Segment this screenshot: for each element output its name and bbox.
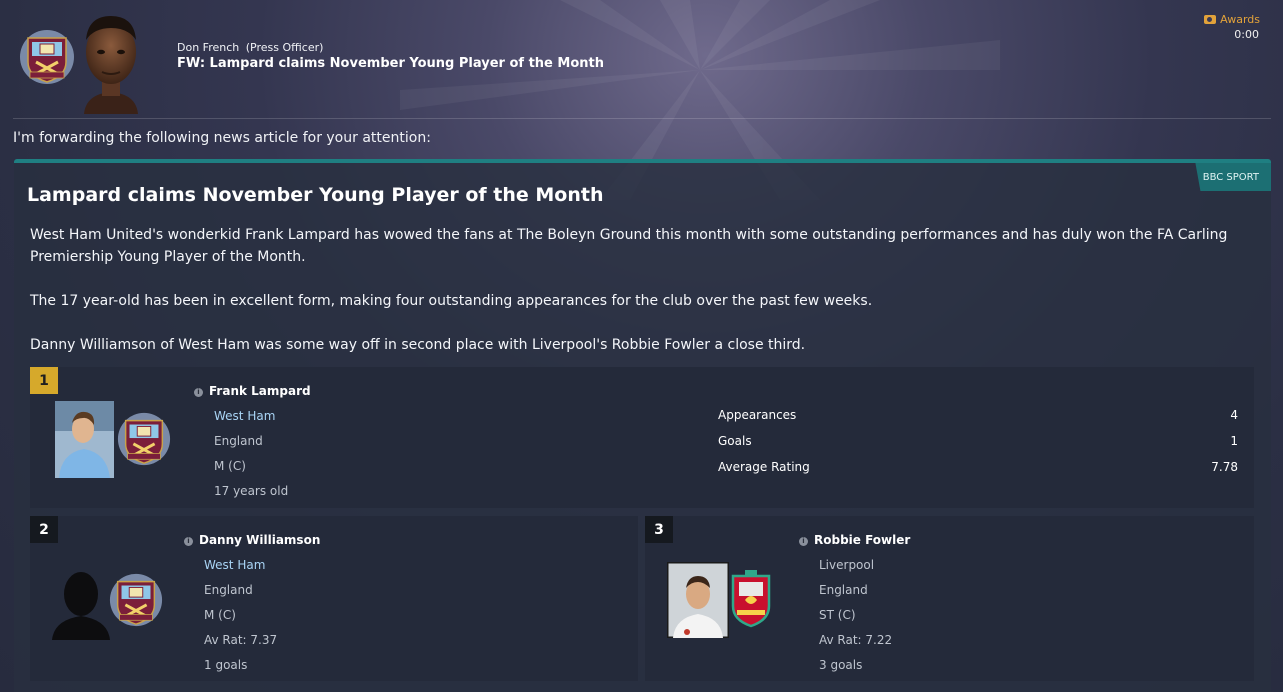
player-nation: England (214, 434, 263, 448)
rank-badge: 3 (645, 516, 673, 543)
awards-icon (1204, 15, 1217, 24)
player-nation: England (204, 583, 253, 597)
info-icon[interactable]: i (799, 537, 808, 546)
news-article: BBC SPORT Lampard claims November Young … (14, 159, 1271, 692)
player-position: ST (C) (819, 608, 856, 622)
awards-tag[interactable]: Awards (1204, 13, 1260, 26)
article-title: Lampard claims November Young Player of … (27, 184, 604, 206)
player-club-link[interactable]: West Ham (214, 409, 275, 423)
stat-value-appearances: 4 (1230, 408, 1238, 422)
info-icon[interactable]: i (194, 388, 203, 397)
player-club-link[interactable]: West Ham (204, 558, 265, 572)
article-paragraph: The 17 year-old has been in excellent fo… (30, 293, 873, 309)
news-source-badge: BBC SPORT (1195, 163, 1271, 191)
article-paragraph: West Ham United's wonderkid Frank Lampar… (30, 227, 1228, 265)
west-ham-crest-icon (20, 30, 74, 84)
player-rating: Av Rat: 7.22 (819, 633, 893, 647)
player-position: M (C) (204, 608, 236, 622)
message-subject: FW: Lampard claims November Young Player… (177, 56, 604, 71)
player-name[interactable]: i Robbie Fowler (799, 533, 910, 547)
player-photo[interactable] (667, 562, 729, 638)
sender-name: Don French (177, 41, 240, 54)
player-rating: Av Rat: 7.37 (204, 633, 278, 647)
article-paragraph: Danny Williamson of West Ham was some wa… (30, 337, 806, 353)
intro-text: I'm forwarding the following news articl… (13, 130, 431, 146)
message-header: Don French (Press Officer) FW: Lampard c… (0, 0, 1283, 118)
message-time: 0:00 (1234, 28, 1259, 41)
stat-value-goals: 1 (1230, 434, 1238, 448)
west-ham-badge-icon[interactable] (108, 572, 164, 628)
stat-label-goals: Goals (718, 434, 752, 448)
header-divider (13, 118, 1271, 119)
player-club[interactable]: Liverpool (819, 558, 874, 572)
player-silhouette[interactable] (50, 566, 112, 640)
player-goals: 3 goals (819, 658, 863, 672)
player-name[interactable]: i Frank Lampard (194, 384, 311, 398)
liverpool-badge-icon[interactable] (729, 570, 773, 628)
sender: Don French (Press Officer) (177, 41, 323, 54)
third-place-card: 3 i Robbie Fowler Liverpool England ST (C… (645, 516, 1254, 681)
player-photo[interactable] (55, 401, 114, 478)
stat-label-average-rating: Average Rating (718, 460, 810, 474)
info-icon[interactable]: i (184, 537, 193, 546)
rank-badge: 1 (30, 367, 58, 394)
west-ham-badge-icon[interactable] (116, 411, 172, 467)
player-position: M (C) (214, 459, 246, 473)
sender-role: (Press Officer) (245, 41, 324, 54)
runner-up-card: 2 i Danny Williamson West Ham England M (… (30, 516, 638, 681)
stat-label-appearances: Appearances (718, 408, 797, 422)
player-nation: England (819, 583, 868, 597)
player-age: 17 years old (214, 484, 289, 498)
rank-badge: 2 (30, 516, 58, 543)
awards-label: Awards (1220, 13, 1260, 26)
press-officer-portrait (84, 16, 138, 114)
stat-value-average-rating: 7.78 (1211, 460, 1238, 474)
player-goals: 1 goals (204, 658, 248, 672)
player-name[interactable]: i Danny Williamson (184, 533, 320, 547)
winner-card: 1 i Frank Lampard West Ham England M (C) … (30, 367, 1254, 508)
